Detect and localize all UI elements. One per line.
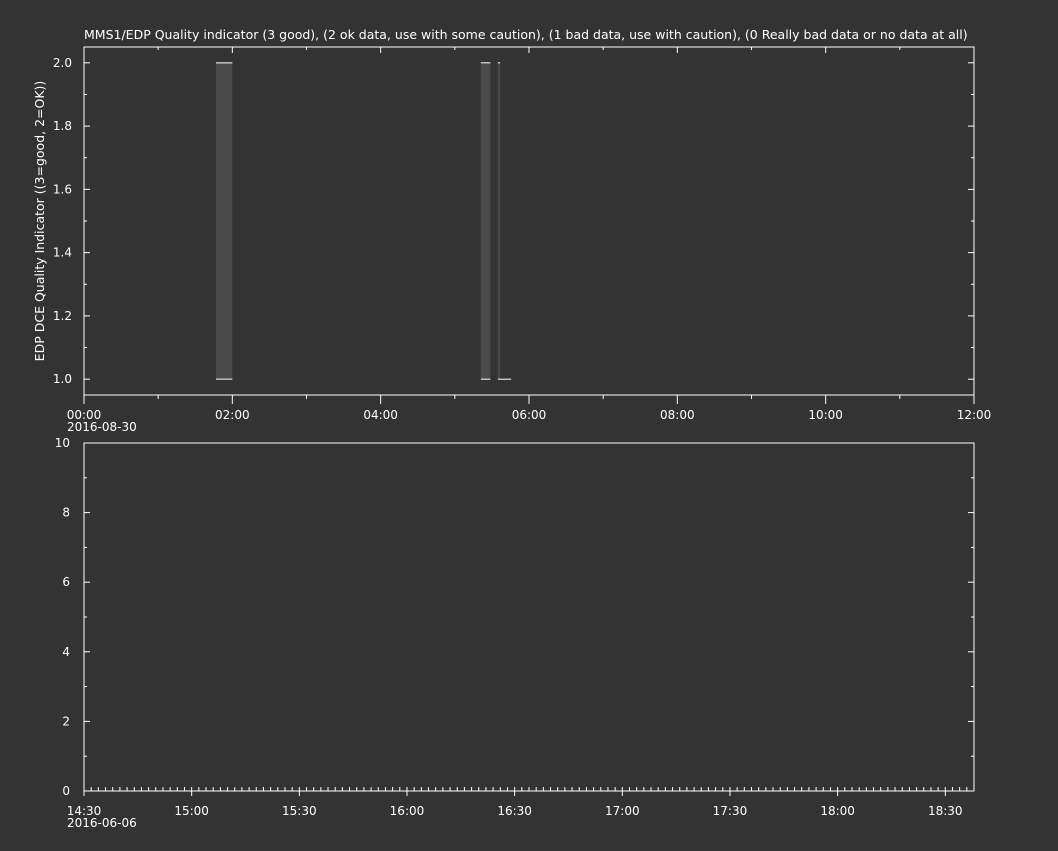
- y-tick-label: 2.0: [53, 56, 72, 70]
- x-tick-label: 16:30: [497, 804, 532, 818]
- y-tick-label: 1.2: [53, 309, 72, 323]
- x-tick-label: 18:30: [928, 804, 963, 818]
- quality-fill-bar: [480, 62, 491, 380]
- x-tick-label: 10:00: [808, 408, 843, 422]
- x-tick-label: 08:00: [660, 408, 695, 422]
- x-tick-label: 17:30: [713, 804, 748, 818]
- x-tick-label: 16:00: [390, 804, 425, 818]
- x-tick-label: 15:00: [174, 804, 209, 818]
- x-tick-label: 15:30: [282, 804, 317, 818]
- y-tick-label: 8: [62, 506, 70, 520]
- x-tick-label: 18:00: [820, 804, 855, 818]
- y-axis: 1.0 1.2 1.4 1.6 1.8 2.0: [53, 56, 974, 386]
- quality-fill-bar: [497, 62, 501, 380]
- quality-indicator-panel: MMS1/EDP Quality indicator (3 good), (2 …: [32, 27, 991, 434]
- x-axis: 00:00 02:00 04:00 06:00 08:00 10:00 12:00: [67, 47, 992, 422]
- y-tick-label: 1.6: [53, 182, 72, 196]
- y-axis-label: EDP DCE Quality Indicator ((3=good, 2=OK…: [32, 81, 47, 362]
- chart-title: MMS1/EDP Quality indicator (3 good), (2 …: [84, 27, 968, 42]
- data-marks: [216, 62, 512, 380]
- plot-area-frame: [83, 442, 975, 792]
- y-tick-label: 6: [62, 575, 70, 589]
- y-tick-label: 0: [62, 784, 70, 798]
- y-tick-label: 1.4: [53, 246, 72, 260]
- empty-panel: 0246810 14:30 15:00 15:30 16:00 16:30 17:00 17…: [55, 436, 975, 830]
- x-tick-label: 12:00: [957, 408, 992, 422]
- x-tick-label: 02:00: [215, 408, 250, 422]
- y-tick-label: 1.8: [53, 119, 72, 133]
- x-tick-label: 17:00: [605, 804, 640, 818]
- x-tick-label: 04:00: [363, 408, 398, 422]
- x-axis-date-label: 2016-08-30: [67, 420, 137, 434]
- figure-canvas: MMS1/EDP Quality indicator (3 good), (2 …: [32, 27, 991, 830]
- x-axis-date-label: 2016-06-06: [67, 816, 137, 830]
- y-axis: 0 2 4 6 8 10: [55, 436, 974, 798]
- x-tick-label: 06:00: [512, 408, 547, 422]
- quality-fill-bar: [216, 62, 233, 380]
- y-tick-label: 2: [62, 714, 70, 728]
- y-tick-label: 10: [55, 436, 70, 450]
- y-tick-label: 1.0: [53, 372, 72, 386]
- x-axis: 14:30 15:00 15:30 16:00 16:30 17:00 17:30 18:00…: [67, 787, 975, 818]
- y-tick-label: 4: [62, 645, 70, 659]
